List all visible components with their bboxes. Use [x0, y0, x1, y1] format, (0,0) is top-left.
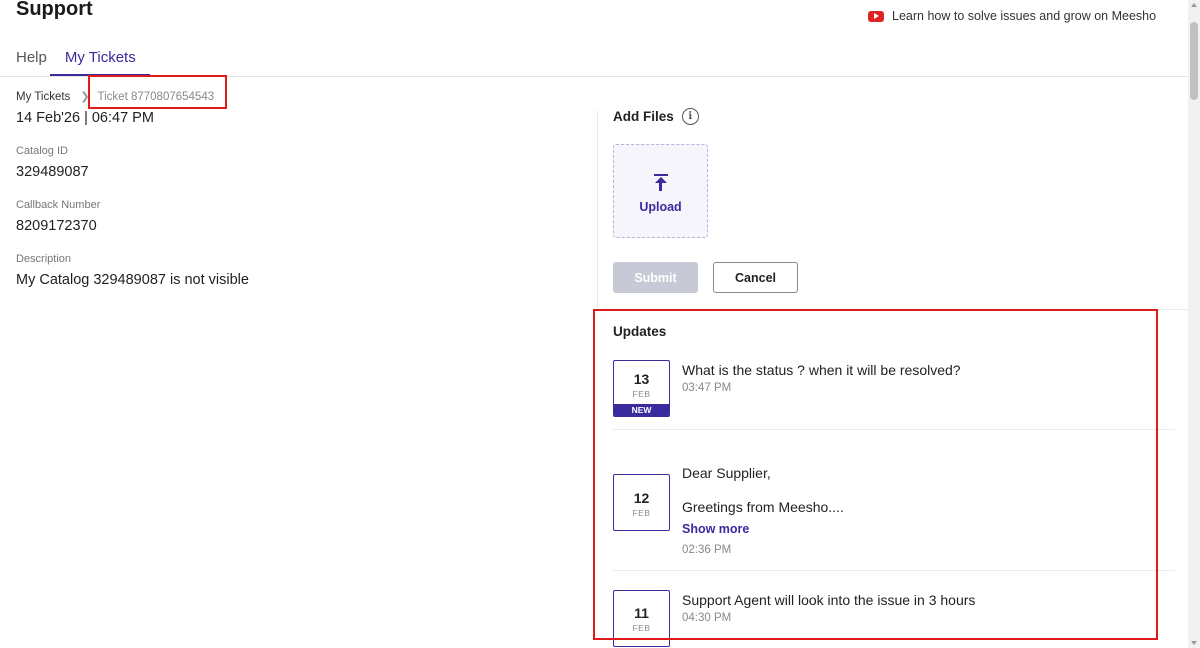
callback-number-value: 8209172370 [16, 218, 97, 234]
ticket-date: 14 Feb'26 | 06:47 PM [16, 110, 154, 126]
upload-button[interactable]: Upload [613, 144, 708, 238]
tab-bar: Help My Tickets [0, 38, 150, 76]
learn-link-label: Learn how to solve issues and grow on Me… [892, 9, 1157, 23]
breadcrumb-my-tickets[interactable]: My Tickets [16, 91, 70, 103]
scroll-up-icon[interactable] [1191, 3, 1197, 7]
page-title: Support [16, 0, 93, 20]
support-page: Support Learn how to solve issues and gr… [0, 0, 1200, 648]
tab-help[interactable]: Help [16, 38, 47, 76]
highlight-box-updates [593, 309, 1158, 640]
callback-number-label: Callback Number [16, 199, 101, 211]
description-value: My Catalog 329489087 is not visible [16, 272, 249, 288]
cancel-button[interactable]: Cancel [713, 262, 798, 293]
description-label: Description [16, 253, 72, 265]
scrollbar[interactable] [1188, 0, 1200, 648]
learn-link[interactable]: Learn how to solve issues and grow on Me… [868, 9, 1156, 23]
tab-my-tickets[interactable]: My Tickets [49, 38, 150, 76]
youtube-icon [868, 10, 884, 22]
scrollbar-thumb[interactable] [1190, 22, 1198, 100]
ticket-details: 14 Feb'26 | 06:47 PM Catalog ID 32948908… [16, 110, 576, 288]
info-icon[interactable]: i [681, 108, 699, 125]
panel-divider [597, 110, 598, 310]
upload-label: Upload [639, 200, 682, 214]
catalog-id-label: Catalog ID [16, 145, 68, 157]
scroll-down-icon[interactable] [1191, 641, 1197, 645]
highlight-box-ticket [88, 75, 227, 109]
add-files-heading: Add Files i [613, 108, 699, 125]
upload-icon [653, 174, 668, 192]
add-files-label: Add Files [613, 109, 674, 124]
submit-button[interactable]: Submit [613, 262, 698, 293]
catalog-id-value: 329489087 [16, 164, 89, 180]
